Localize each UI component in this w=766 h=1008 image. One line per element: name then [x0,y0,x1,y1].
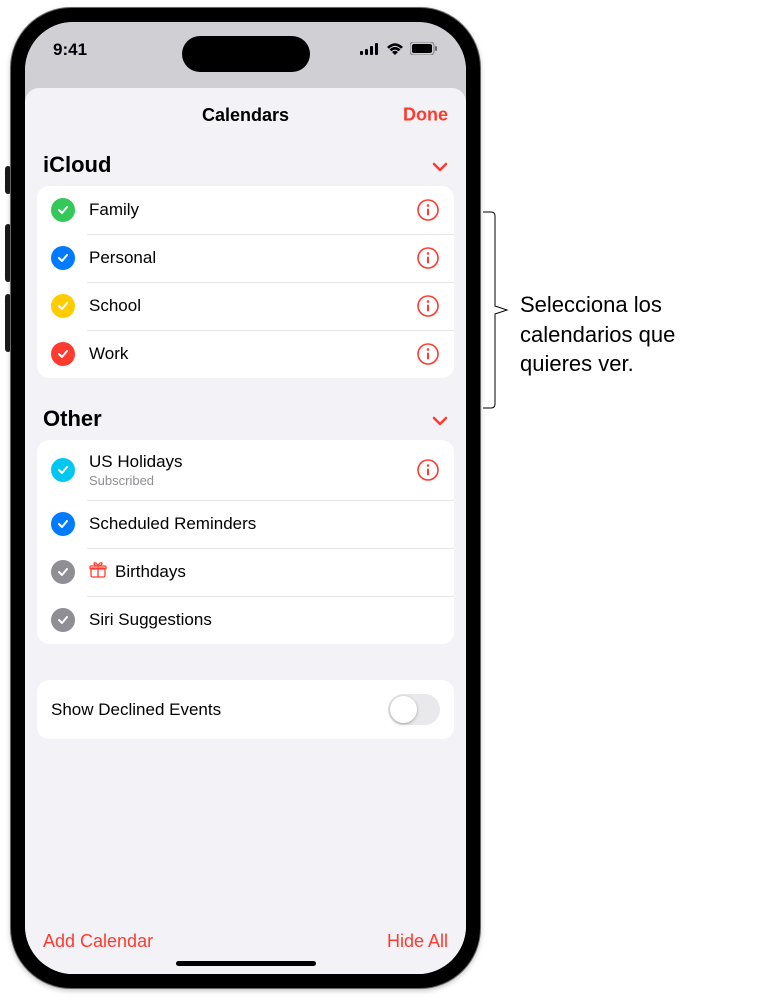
show-declined-row: Show Declined Events [37,680,454,739]
done-button[interactable]: Done [403,105,448,126]
info-icon[interactable] [416,294,440,318]
gift-icon [89,561,107,584]
cellular-icon [360,40,380,60]
section-title: iCloud [43,152,111,178]
wifi-icon [386,40,404,60]
calendar-row-siri-suggestions[interactable]: Siri Suggestions [37,596,454,644]
calendar-row-family[interactable]: Family [37,186,454,234]
info-icon[interactable] [416,246,440,270]
chevron-down-icon [432,152,448,178]
calendar-sublabel: Subscribed [89,473,416,488]
dynamic-island [182,36,310,72]
checkmark-icon [51,560,75,584]
sheet-header: Calendars Done [25,88,466,142]
section-header-other[interactable]: Other [25,396,466,440]
info-icon[interactable] [416,458,440,482]
info-icon[interactable] [416,198,440,222]
phone-frame: 9:41 Calendars Done iCloud [11,8,480,988]
callout-bracket [483,210,513,410]
battery-icon [410,40,438,60]
status-time: 9:41 [53,40,87,60]
calendar-list-other: US Holidays Subscribed Scheduled Reminde… [37,440,454,644]
checkmark-icon [51,608,75,632]
calendar-label: Family [89,200,416,220]
calendar-row-personal[interactable]: Personal [37,234,454,282]
calendar-label: Scheduled Reminders [89,514,440,534]
checkmark-icon [51,246,75,270]
calendar-row-us-holidays[interactable]: US Holidays Subscribed [37,440,454,500]
show-declined-label: Show Declined Events [51,700,221,720]
calendar-row-birthdays[interactable]: Birthdays [37,548,454,596]
add-calendar-button[interactable]: Add Calendar [43,931,153,952]
calendar-row-school[interactable]: School [37,282,454,330]
calendars-sheet: Calendars Done iCloud Family Personal [25,88,466,974]
hide-all-button[interactable]: Hide All [387,931,448,952]
calendar-row-work[interactable]: Work [37,330,454,378]
calendar-label: Birthdays [115,562,440,582]
callout-text: Selecciona los calendarios que quieres v… [520,290,750,379]
chevron-down-icon [432,406,448,432]
section-title: Other [43,406,102,432]
info-icon[interactable] [416,342,440,366]
screen: 9:41 Calendars Done iCloud [25,22,466,974]
calendar-label: Work [89,344,416,364]
calendar-label: US Holidays [89,452,416,472]
section-header-icloud[interactable]: iCloud [25,142,466,186]
checkmark-icon [51,198,75,222]
page-title: Calendars [202,105,289,126]
checkmark-icon [51,294,75,318]
calendar-row-scheduled-reminders[interactable]: Scheduled Reminders [37,500,454,548]
checkmark-icon [51,458,75,482]
show-declined-toggle[interactable] [388,694,440,725]
calendar-label: Siri Suggestions [89,610,440,630]
checkmark-icon [51,512,75,536]
calendar-label: School [89,296,416,316]
home-indicator[interactable] [176,961,316,966]
calendar-list-icloud: Family Personal School Work [37,186,454,378]
calendar-label: Personal [89,248,416,268]
checkmark-icon [51,342,75,366]
